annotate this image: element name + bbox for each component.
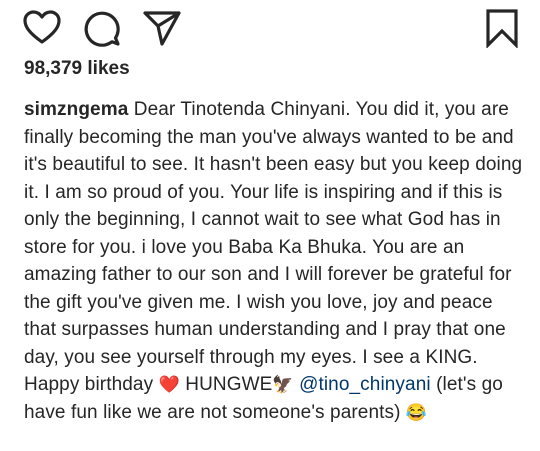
comment-icon[interactable]	[82, 8, 122, 48]
save-bookmark-icon[interactable]	[482, 8, 522, 48]
laughing-emoji: 😂	[405, 402, 428, 422]
caption-text: Dear Tinotenda Chinyani. You did it, you…	[24, 99, 523, 395]
heart-emoji: ❤️	[158, 375, 180, 394]
caption-hungwe: HUNGWE	[185, 374, 273, 395]
post-actions-bar	[0, 0, 540, 60]
caption-username[interactable]: simzngema	[24, 99, 128, 120]
like-heart-icon[interactable]	[22, 8, 62, 48]
caption-mention[interactable]: @tino_chinyani	[299, 374, 431, 395]
likes-count[interactable]: 98,379 likes	[24, 58, 130, 80]
post-caption: simzngema Dear Tinotenda Chinyani. You d…	[24, 96, 529, 426]
eagle-emoji: 🦅	[272, 375, 294, 394]
share-paper-plane-icon[interactable]	[142, 8, 182, 48]
